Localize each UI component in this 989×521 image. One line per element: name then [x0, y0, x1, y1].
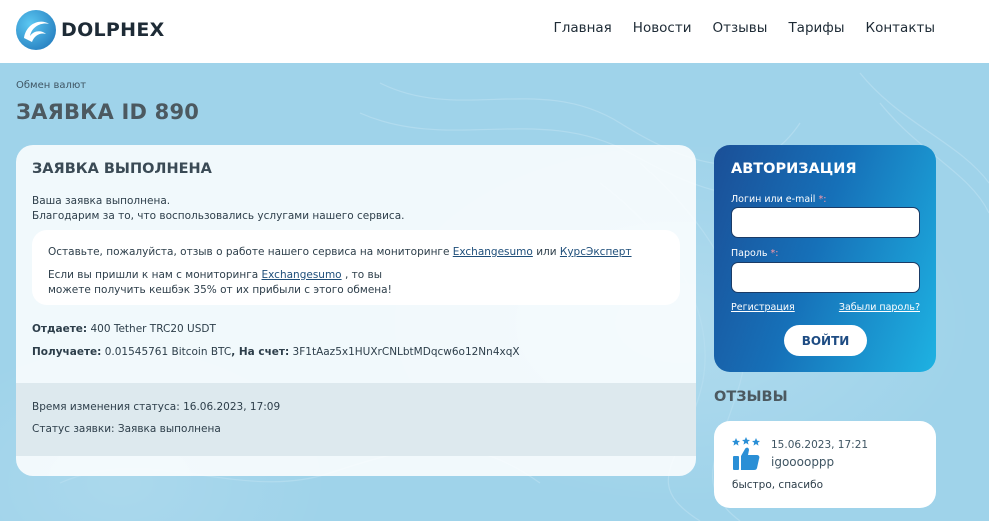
kursexpert-link[interactable]: КурсЭксперт — [560, 246, 632, 258]
site-header: DOLPHEX Главная Новости Отзывы Тарифы Ко… — [0, 0, 989, 63]
order-done-message: Ваша заявка выполнена. Благодарим за то,… — [32, 195, 405, 222]
password-input[interactable] — [731, 262, 920, 293]
nav-item-home[interactable]: Главная — [553, 20, 611, 36]
status-band: Время изменения статуса: 16.06.2023, 17:… — [16, 383, 696, 456]
nav-item-news[interactable]: Новости — [633, 20, 692, 36]
auth-title: АВТОРИЗАЦИЯ — [731, 161, 857, 177]
login-label: Логин или e-mail *: — [731, 194, 827, 205]
exchangesumo-cashback-link[interactable]: Exchangesumo — [262, 269, 342, 281]
review-author: igooooppp — [771, 455, 835, 469]
nav-item-contacts[interactable]: Контакты — [866, 20, 935, 36]
brand-logo[interactable]: DOLPHEX — [16, 10, 165, 50]
order-card: ЗАЯВКА ВЫПОЛНЕНА Ваша заявка выполнена. … — [16, 145, 696, 476]
dolphin-logo-icon — [16, 10, 56, 50]
exchangesumo-link[interactable]: Exchangesumo — [453, 246, 533, 258]
page-title: ЗАЯВКА ID 890 — [16, 100, 200, 124]
login-button[interactable]: ВОЙТИ — [784, 325, 867, 356]
review-date: 15.06.2023, 17:21 — [771, 439, 869, 451]
review-text: быстро, спасибо — [732, 479, 823, 491]
register-link[interactable]: Регистрация — [731, 302, 795, 313]
order-status-heading: ЗАЯВКА ВЫПОЛНЕНА — [32, 161, 212, 177]
review-card[interactable]: 15.06.2023, 17:21 igooooppp быстро, спас… — [714, 421, 936, 508]
main-nav: Главная Новости Отзывы Тарифы Контакты — [532, 20, 935, 36]
login-input[interactable] — [731, 207, 920, 238]
password-label: Пароль *: — [731, 248, 779, 259]
order-status: Статус заявки: Заявка выполнена — [32, 423, 221, 435]
review-request-box: Оставьте, пожалуйста, отзыв о работе наш… — [32, 230, 680, 305]
brand-name: DOLPHEX — [61, 19, 165, 41]
forgot-password-link[interactable]: Забыли пароль? — [839, 302, 920, 313]
nav-item-reviews[interactable]: Отзывы — [712, 20, 767, 36]
breadcrumb[interactable]: Обмен валют — [16, 80, 86, 91]
thumbs-up-stars-icon — [732, 437, 762, 471]
reviews-title: ОТЗЫВЫ — [714, 389, 788, 405]
receive-detail: Получаете: 0.01545761 Bitcoin BTC, На сч… — [32, 346, 520, 358]
status-change-time: Время изменения статуса: 16.06.2023, 17:… — [32, 401, 281, 413]
auth-panel: АВТОРИЗАЦИЯ Логин или e-mail *: Пароль *… — [714, 145, 936, 372]
nav-item-tariffs[interactable]: Тарифы — [788, 20, 844, 36]
give-detail: Отдаете: 400 Tether TRC20 USDT — [32, 323, 216, 335]
